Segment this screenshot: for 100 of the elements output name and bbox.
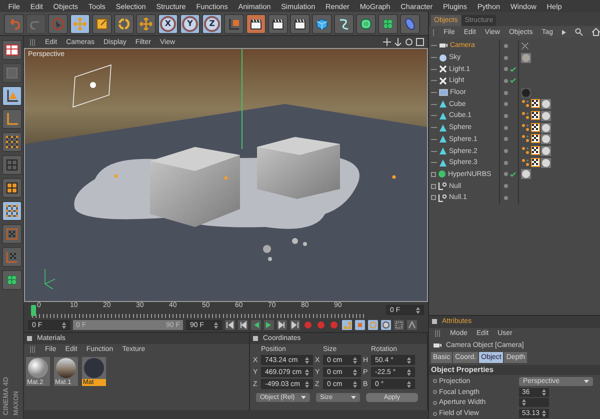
- maximize-view-icon: [416, 38, 424, 46]
- animate-dot-icon[interactable]: [433, 400, 437, 405]
- expand-box-icon[interactable]: [431, 184, 436, 189]
- visibility-dot-icon[interactable]: [504, 160, 508, 165]
- scale-box-icon: [95, 16, 109, 30]
- animate-dot-icon[interactable]: [433, 379, 437, 384]
- spinner-icon[interactable]: [522, 399, 526, 406]
- nurbs-sphere-tool-button[interactable]: [356, 14, 376, 34]
- spinner-icon[interactable]: [62, 322, 66, 328]
- go-to-end-icon[interactable]: [291, 321, 299, 329]
- chessboard-axis-tool-button[interactable]: [2, 247, 22, 267]
- clapperboard-tool-button[interactable]: [290, 14, 310, 34]
- visibility-dot-icon[interactable]: [504, 137, 508, 142]
- visibility-dot-icon[interactable]: [504, 149, 508, 154]
- number-field[interactable]: [519, 398, 549, 408]
- rotate-circle-icon: [117, 16, 131, 30]
- material-tag-icon: [541, 122, 551, 133]
- visibility-dot-icon[interactable]: [504, 90, 508, 95]
- animate-dot-icon[interactable]: [433, 412, 437, 416]
- rotate-circle-tool-button[interactable]: [114, 14, 134, 34]
- visibility-dot-icon[interactable]: [504, 44, 508, 48]
- visibility-dot-icon[interactable]: [504, 114, 508, 118]
- spinner-icon[interactable]: [353, 368, 357, 376]
- clapperboard-tool-button[interactable]: [268, 14, 288, 34]
- material-preview-icon: [27, 357, 49, 379]
- visibility-dot-icon[interactable]: [504, 196, 508, 200]
- spinner-icon[interactable]: [542, 388, 546, 396]
- edges-grid-icon: [4, 158, 18, 172]
- spinner-icon[interactable]: [305, 368, 309, 376]
- spinner-icon[interactable]: [353, 356, 357, 364]
- spline-tool-button[interactable]: [334, 14, 354, 34]
- move-cross-tool-button[interactable]: [136, 14, 156, 34]
- record-icon[interactable]: [304, 321, 312, 329]
- point-level-icon[interactable]: [395, 321, 403, 329]
- polygon-grid-tool-button[interactable]: [2, 178, 22, 198]
- material-tag-icon: [541, 158, 551, 168]
- autokey-icon[interactable]: [317, 321, 325, 329]
- clover-icon: [4, 273, 18, 287]
- chessboard-axis-icon: [4, 250, 18, 264]
- more-arrow-icon: [562, 30, 566, 34]
- clover-tool-button[interactable]: [2, 270, 22, 290]
- visibility-dot-icon[interactable]: [504, 126, 508, 130]
- expand-box-icon[interactable]: [431, 195, 436, 200]
- visibility-dot-icon[interactable]: [504, 56, 508, 60]
- play-icon[interactable]: [265, 321, 273, 329]
- panel-toggle-icon[interactable]: [253, 336, 258, 341]
- checker-tag-icon: [531, 99, 540, 108]
- coordinate-axes-tool-button[interactable]: [224, 14, 244, 34]
- phong-tag-icon: [521, 122, 530, 132]
- visibility-dot-icon[interactable]: [504, 67, 508, 72]
- axis-lock-button[interactable]: Z: [202, 14, 222, 34]
- check-icon: [510, 172, 516, 177]
- axis-triangle-tool-button[interactable]: [2, 86, 22, 106]
- clapperboard-icon: [293, 16, 307, 30]
- go-to-start-icon[interactable]: [226, 321, 234, 329]
- spinner-icon[interactable]: [407, 356, 411, 364]
- spinner-icon[interactable]: [416, 306, 420, 314]
- axis-lock-button[interactable]: Y: [180, 14, 200, 34]
- home-icon: [592, 28, 600, 36]
- spinner-icon[interactable]: [353, 380, 357, 388]
- spinner-icon[interactable]: [305, 380, 309, 388]
- move-cross-icon: [139, 16, 153, 30]
- undo-tool-button[interactable]: [4, 14, 24, 34]
- spinner-icon[interactable]: [542, 410, 546, 418]
- clapperboard-tool-button[interactable]: [246, 14, 266, 34]
- expand-box-icon[interactable]: [431, 172, 436, 177]
- ellipse-tool-button[interactable]: [400, 14, 420, 34]
- move-cross-tool-button[interactable]: [70, 14, 90, 34]
- panel-toggle-icon[interactable]: [27, 336, 32, 341]
- chessboard-tool-button[interactable]: [2, 224, 22, 244]
- checker-tag-icon: [531, 122, 540, 132]
- points-polygon-tool-button[interactable]: [2, 201, 22, 221]
- next-frame-icon[interactable]: [278, 321, 286, 329]
- visibility-dot-icon[interactable]: [504, 102, 508, 106]
- visibility-dot-icon[interactable]: [504, 78, 508, 83]
- parameter-key-icon[interactable]: [382, 321, 390, 329]
- visibility-dot-icon[interactable]: [504, 172, 508, 176]
- scale-box-tool-button[interactable]: [92, 14, 112, 34]
- animate-dot-icon[interactable]: [433, 390, 437, 394]
- material-tag-icon: [541, 134, 551, 144]
- layout-grid-tool-button[interactable]: [2, 40, 22, 60]
- points-grid-tool-button[interactable]: [2, 132, 22, 152]
- axis-corner-tool-button[interactable]: [2, 109, 22, 129]
- spinner-icon[interactable]: [305, 356, 309, 364]
- cube-tool-button[interactable]: [312, 14, 332, 34]
- panel-toggle-icon[interactable]: [432, 319, 437, 324]
- axis-lock-button[interactable]: X: [158, 14, 178, 34]
- material-preview-icon: [83, 357, 105, 379]
- spinner-icon[interactable]: [407, 368, 411, 376]
- previous-frame-icon[interactable]: [239, 321, 247, 329]
- light-icon: [439, 65, 447, 74]
- visibility-dot-icon[interactable]: [504, 184, 508, 188]
- clover-tool-button[interactable]: [378, 14, 398, 34]
- keyframe-selection-icon[interactable]: [330, 321, 338, 329]
- clover-icon: [381, 16, 395, 30]
- spinner-icon[interactable]: [214, 322, 218, 328]
- null-icon: [438, 194, 447, 202]
- phong-tag-icon: [521, 158, 530, 167]
- play-backward-icon[interactable]: [252, 321, 260, 329]
- spinner-icon[interactable]: [407, 380, 411, 388]
